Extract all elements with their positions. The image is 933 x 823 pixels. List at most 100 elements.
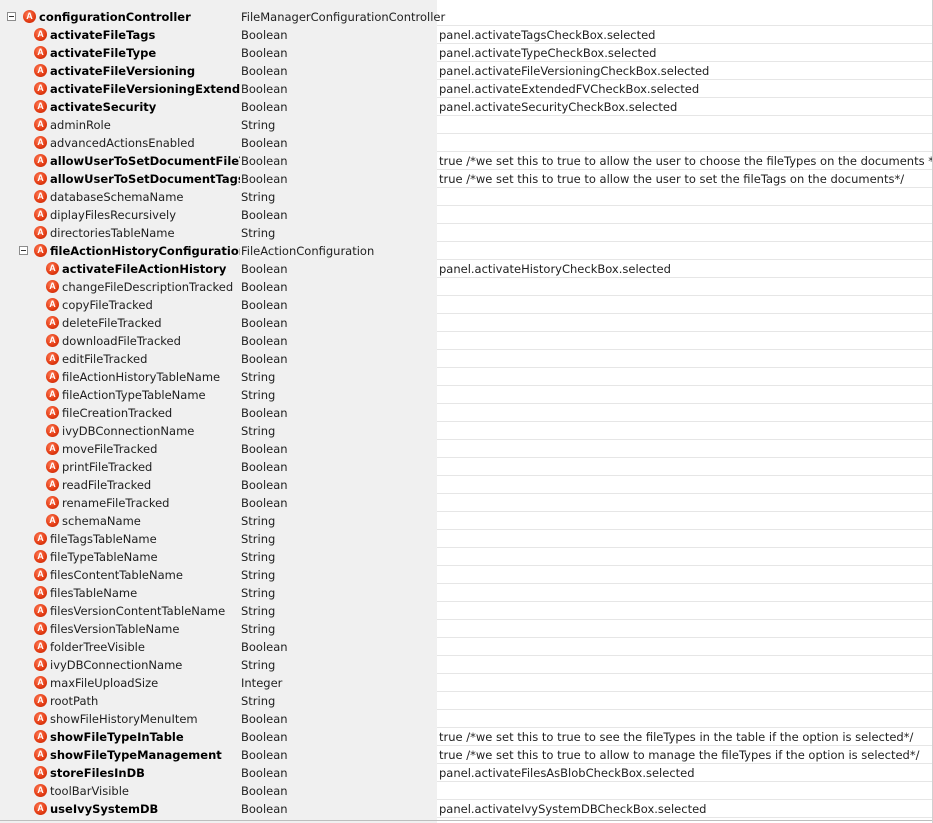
attribute-type: Boolean — [241, 766, 288, 780]
row-separator — [437, 386, 933, 404]
tree-row[interactable]: AtoolBarVisible Boolean — [0, 782, 933, 800]
attribute-value[interactable]: true /*we set this to true to allow the … — [439, 153, 933, 169]
attribute-value[interactable]: panel.activateTagsCheckBox.selected — [439, 27, 655, 43]
tree-row[interactable]: AdiplayFilesRecursively Boolean — [0, 206, 933, 224]
attribute-icon: A — [34, 676, 47, 689]
tree-row[interactable]: AfilesVersionContentTableName String — [0, 602, 933, 620]
attribute-icon: A — [46, 370, 59, 383]
row-separator — [437, 296, 933, 314]
attribute-type: Boolean — [241, 748, 288, 762]
attribute-type: Boolean — [241, 460, 288, 474]
attribute-name: filesContentTableName — [50, 568, 183, 582]
attribute-name: downloadFileTracked — [62, 334, 181, 348]
attribute-icon: A — [34, 190, 47, 203]
tree-row[interactable]: AallowUserToSetDocumentTags Boolean true /… — [0, 170, 933, 188]
attribute-icon: A — [34, 82, 47, 95]
tree-row[interactable]: AshowFileTypeManagement Boolean true /*we … — [0, 746, 933, 764]
tree-row[interactable]: ArootPath String — [0, 692, 933, 710]
row-separator — [437, 692, 933, 710]
attribute-type: Boolean — [241, 28, 288, 42]
attribute-value[interactable]: panel.activateFileVersioningCheckBox.sel… — [439, 63, 709, 79]
attribute-icon: A — [34, 658, 47, 671]
tree-row[interactable]: AfileTypeTableName String — [0, 548, 933, 566]
row-separator — [437, 512, 933, 530]
tree-row[interactable]: AfileTagsTableName String — [0, 530, 933, 548]
attribute-type: Boolean — [241, 298, 288, 312]
tree-row[interactable]: AfileActionHistoryTableName String — [0, 368, 933, 386]
tree-row[interactable]: AfileCreationTracked Boolean — [0, 404, 933, 422]
collapse-toggle-icon[interactable] — [19, 246, 28, 255]
tree-row[interactable]: AstoreFilesInDB Boolean panel.activateFile… — [0, 764, 933, 782]
attribute-icon: A — [34, 550, 47, 563]
tree-row[interactable]: AdeleteFileTracked Boolean — [0, 314, 933, 332]
tree-row[interactable]: AreadFileTracked Boolean — [0, 476, 933, 494]
attribute-value[interactable]: panel.activateTypeCheckBox.selected — [439, 45, 656, 61]
tree-row[interactable]: AfolderTreeVisible Boolean — [0, 638, 933, 656]
attribute-name: directoriesTableName — [50, 226, 175, 240]
attribute-type: Boolean — [241, 478, 288, 492]
row-separator — [437, 656, 933, 674]
tree-row[interactable]: AactivateFileType Boolean panel.activateTy… — [0, 44, 933, 62]
row-separator — [437, 620, 933, 638]
tree-row[interactable]: AfileActionTypeTableName String — [0, 386, 933, 404]
collapse-toggle-icon[interactable] — [7, 12, 16, 21]
attribute-value[interactable]: true /*we set this to true to allow the … — [439, 171, 904, 187]
tree-row[interactable]: AactivateFileVersioningExtended Boolean pa… — [0, 80, 933, 98]
tree-row[interactable]: AmoveFileTracked Boolean — [0, 440, 933, 458]
attribute-type: Boolean — [241, 262, 288, 276]
attribute-icon: A — [23, 10, 36, 23]
attribute-value[interactable]: true /*we set this to true to allow to m… — [439, 747, 919, 763]
attribute-value[interactable]: panel.activateSecurityCheckBox.selected — [439, 99, 677, 115]
tree-row[interactable]: AchangeFileDescriptionTracked Boolean — [0, 278, 933, 296]
tree-row[interactable]: AshowFileTypeInTable Boolean true /*we set… — [0, 728, 933, 746]
tree-row[interactable]: AfilesTableName String — [0, 584, 933, 602]
tree-row[interactable]: AeditFileTracked Boolean — [0, 350, 933, 368]
tree-row[interactable]: AactivateFileTags Boolean panel.activateTa… — [0, 26, 933, 44]
tree-row[interactable]: AshowFileHistoryMenuItem Boolean — [0, 710, 933, 728]
tree-row[interactable]: AallowUserToSetDocumentFileTypeBoolean tr… — [0, 152, 933, 170]
tree-row[interactable]: AuseIvySystemDB Boolean panel.activateIvyS… — [0, 800, 933, 818]
attribute-value[interactable]: panel.activateFilesAsBlobCheckBox.select… — [439, 765, 695, 781]
attribute-name: copyFileTracked — [62, 298, 153, 312]
tree-row[interactable]: AdatabaseSchemaName String — [0, 188, 933, 206]
tree-row[interactable]: AadminRole String — [0, 116, 933, 134]
tree-row[interactable]: AschemaName String — [0, 512, 933, 530]
attribute-name: changeFileDescriptionTracked — [62, 280, 234, 294]
attribute-type: String — [241, 424, 276, 438]
attribute-name: activateFileVersioningExtended — [50, 82, 240, 96]
attribute-value[interactable]: panel.activateHistoryCheckBox.selected — [439, 261, 671, 277]
attribute-icon: A — [46, 388, 59, 401]
tree-row[interactable]: AactivateSecurity Boolean panel.activateSe… — [0, 98, 933, 116]
row-separator — [437, 188, 933, 206]
tree-row[interactable]: AconfigurationController FileManagerConfi… — [0, 8, 933, 26]
tree-row[interactable]: AadvancedActionsEnabled Boolean — [0, 134, 933, 152]
tree-row[interactable]: ArenameFileTracked Boolean — [0, 494, 933, 512]
tree-row[interactable]: AfilesContentTableName String — [0, 566, 933, 584]
attribute-value[interactable]: true /*we set this to true to see the fi… — [439, 729, 913, 745]
tree-row[interactable]: AfilesVersionTableName String — [0, 620, 933, 638]
tree-row[interactable]: AmaxFileUploadSize Integer — [0, 674, 933, 692]
attribute-value[interactable]: panel.activateIvySystemDBCheckBox.select… — [439, 801, 706, 817]
tree-row[interactable]: AivyDBConnectionName String — [0, 656, 933, 674]
tree-row[interactable]: AcopyFileTracked Boolean — [0, 296, 933, 314]
tree-row[interactable]: AactivateFileVersioning Boolean panel.acti… — [0, 62, 933, 80]
attribute-name: ivyDBConnectionName — [50, 658, 183, 672]
row-separator — [437, 494, 933, 512]
attribute-icon: A — [34, 172, 47, 185]
tree-row[interactable]: AivyDBConnectionName String — [0, 422, 933, 440]
tree-row[interactable]: AfileActionHistoryConfiguration FileActio… — [0, 242, 933, 260]
attribute-name: printFileTracked — [62, 460, 153, 474]
tree-row[interactable]: AdownloadFileTracked Boolean — [0, 332, 933, 350]
tree-row[interactable]: AprintFileTracked Boolean — [0, 458, 933, 476]
attribute-name: adminRole — [50, 118, 111, 132]
row-separator — [437, 332, 933, 350]
tree-row[interactable]: AactivateFileActionHistory Boolean panel.a… — [0, 260, 933, 278]
attribute-value[interactable]: panel.activateExtendedFVCheckBox.selecte… — [439, 81, 699, 97]
attribute-icon: A — [34, 208, 47, 221]
attribute-type: String — [241, 190, 276, 204]
attribute-name: allowUserToSetDocumentFileType — [50, 154, 240, 168]
tree-row[interactable]: AdirectoriesTableName String — [0, 224, 933, 242]
attribute-icon: A — [46, 460, 59, 473]
attribute-icon: A — [46, 478, 59, 491]
attribute-type: Integer — [241, 676, 283, 690]
